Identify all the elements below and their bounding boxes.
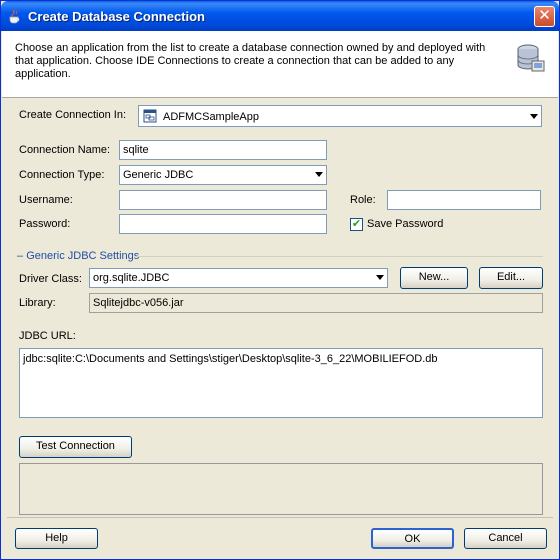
driver-class-label: Driver Class:	[19, 273, 82, 285]
connection-type-label: Connection Type:	[19, 169, 105, 181]
username-label: Username:	[19, 194, 73, 206]
footer-divider	[7, 517, 553, 518]
role-field[interactable]	[387, 190, 541, 210]
role-label: Role:	[350, 194, 376, 206]
close-button[interactable]: ✕	[534, 6, 555, 27]
password-label: Password:	[19, 218, 71, 230]
database-icon	[517, 44, 545, 72]
chevron-down-icon	[315, 172, 323, 177]
driver-class-select[interactable]: org.sqlite.JDBC	[89, 268, 388, 288]
create-in-value: ADFMCSampleApp	[163, 111, 259, 123]
create-in-select[interactable]: ADFMCSampleApp	[138, 105, 542, 127]
edit-driver-button[interactable]: Edit...	[479, 267, 543, 289]
save-password-checkbox[interactable]: ✔	[350, 218, 363, 231]
chevron-down-icon	[376, 275, 384, 280]
jdbc-url-label: JDBC URL:	[19, 330, 76, 342]
connection-name-label: Connection Name:	[19, 144, 111, 156]
dialog-window: Create Database Connection ✕ Choose an a…	[0, 0, 560, 560]
driver-class-value: org.sqlite.JDBC	[93, 272, 170, 284]
group-divider	[135, 256, 543, 257]
password-field[interactable]	[119, 214, 327, 234]
username-field[interactable]	[119, 190, 327, 210]
jdbc-url-field[interactable]: jdbc:sqlite:C:\Documents and Settings\st…	[19, 348, 543, 418]
connection-name-field[interactable]: sqlite	[119, 140, 327, 160]
header-panel: Choose an application from the list to c…	[2, 31, 558, 98]
header-description: Choose an application from the list to c…	[15, 42, 486, 80]
chevron-down-icon	[530, 114, 538, 119]
library-label: Library:	[19, 297, 56, 309]
java-cup-icon	[9, 9, 20, 24]
help-button[interactable]: Help	[15, 528, 98, 549]
ok-button[interactable]: OK	[371, 528, 454, 549]
application-icon	[143, 109, 157, 123]
connection-type-select[interactable]: Generic JDBC	[119, 165, 327, 185]
create-in-label: Create Connection In:	[19, 109, 127, 121]
title-bar[interactable]: Create Database Connection ✕	[1, 1, 559, 31]
cancel-button[interactable]: Cancel	[464, 528, 547, 549]
jdbc-settings-group-title: – Generic JDBC Settings	[17, 250, 140, 262]
new-driver-button[interactable]: New...	[400, 267, 468, 289]
window-title: Create Database Connection	[28, 9, 205, 24]
save-password-label: Save Password	[367, 218, 444, 230]
test-connection-button[interactable]: Test Connection	[19, 436, 132, 458]
test-status-panel	[19, 463, 543, 515]
connection-type-value: Generic JDBC	[123, 169, 194, 181]
jdbc-settings-title-text: Generic JDBC Settings	[26, 250, 140, 262]
library-field: Sqlitejdbc-v056.jar	[89, 293, 543, 313]
